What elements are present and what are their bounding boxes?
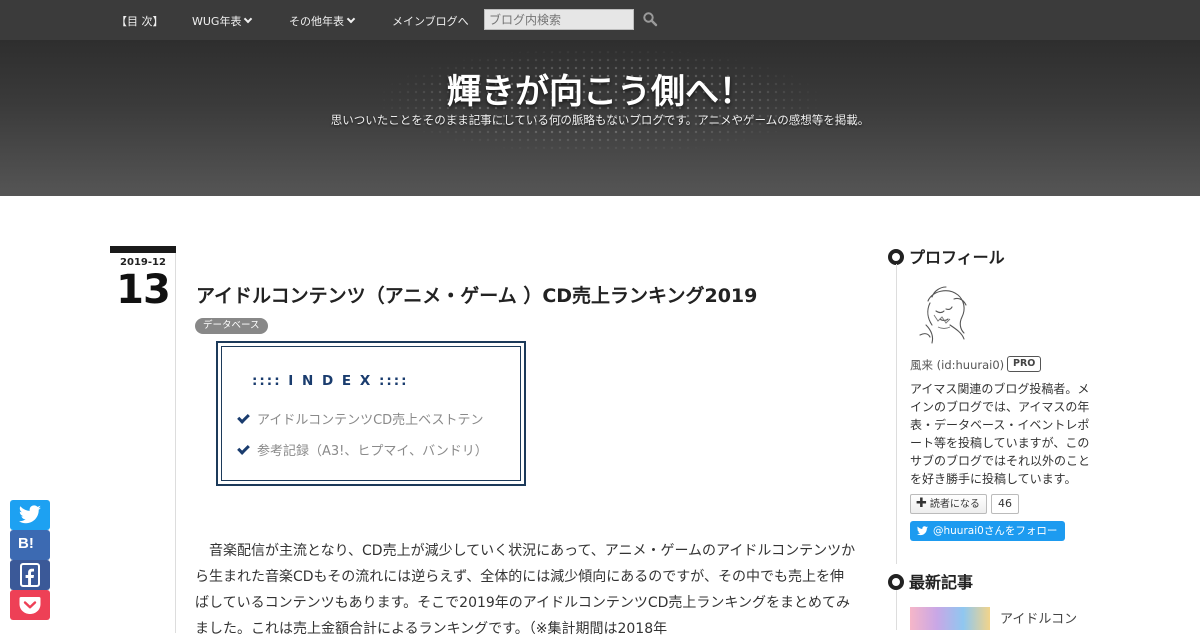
- blog-header: 輝きが向こう側へ！ 思いついたことをそのまま記事にしている何の脈略もないブログで…: [0, 40, 1200, 196]
- search-icon[interactable]: [642, 11, 658, 27]
- nav-other-timeline-menu[interactable]: その他年表: [289, 13, 356, 29]
- nav-main-blog-link[interactable]: メインブログへ: [392, 13, 469, 29]
- entry-date-day: 13: [116, 267, 171, 313]
- twitter-follow-button[interactable]: @huurai0さんをフォロー: [910, 521, 1065, 541]
- sidebar-divider: [896, 264, 897, 564]
- check-icon: [237, 411, 250, 424]
- blog-description: 思いついたことをそのまま記事にしている何の脈略もないブログです。アニメやゲームの…: [330, 113, 870, 127]
- nav-wug-timeline-menu[interactable]: WUG年表: [192, 13, 253, 29]
- pocket-icon: [19, 597, 41, 614]
- recent-posts-heading: 最新記事: [888, 569, 973, 593]
- toc-item[interactable]: アイドルコンテンツCD売上ベストテン: [237, 409, 484, 428]
- profile-description: アイマス関連のブログ投稿者。メインのブログでは、アイマスの年表・データベース・イ…: [910, 382, 1091, 486]
- check-icon: [237, 442, 250, 455]
- circle-bullet-icon: [888, 574, 904, 590]
- avatar[interactable]: [910, 281, 974, 345]
- entry-body-text: 音楽配信が主流となり、CD売上が減少していく状況にあって、アニメ・ゲームのアイド…: [195, 543, 856, 637]
- hatena-bookmark-icon: B!: [18, 535, 34, 552]
- blog-title[interactable]: 輝きが向こう側へ！: [0, 64, 1200, 113]
- subscribe-button-label: 読者になる: [929, 499, 980, 510]
- top-navbar: 【目 次】 WUG年表 その他年表 メインブログへ: [0, 0, 1200, 40]
- plus-icon: ✚: [916, 496, 927, 511]
- profile-id-link[interactable]: 風来 (id:huurai0): [910, 357, 1004, 373]
- twitter-icon: [19, 505, 41, 524]
- facebook-share-button[interactable]: [10, 560, 50, 590]
- blog-search-input[interactable]: [484, 9, 634, 30]
- pro-badge: PRO: [1007, 356, 1042, 372]
- nav-wug-timeline-label: WUG年表: [192, 15, 242, 28]
- subscribe-button[interactable]: ✚ 読者になる: [910, 494, 987, 514]
- facebook-icon: [20, 563, 40, 587]
- twitter-share-button[interactable]: [10, 500, 50, 530]
- profile-heading: プロフィール: [888, 244, 1005, 268]
- chevron-down-icon: [346, 14, 356, 24]
- recent-posts-heading-label: 最新記事: [909, 573, 974, 592]
- entry-date[interactable]: 2019-12 13: [110, 246, 176, 312]
- nav-index-link[interactable]: 【目 次】: [116, 13, 164, 29]
- profile-heading-label: プロフィール: [909, 248, 1005, 267]
- date-divider: [175, 253, 176, 633]
- entry-title[interactable]: アイドルコンテンツ（アニメ・ゲーム ）CD売上ランキング2019: [196, 281, 757, 308]
- category-badge[interactable]: データベース: [195, 318, 268, 334]
- toc-item[interactable]: 参考記録（A3!、ヒプマイ、バンドリ）: [237, 440, 488, 459]
- pocket-share-button[interactable]: [10, 590, 50, 620]
- twitter-icon: [917, 526, 928, 536]
- chevron-down-icon: [244, 14, 253, 24]
- toc-title: :::: I N D E X ::::: [252, 373, 409, 389]
- twitter-follow-label: @huurai0さんをフォロー: [933, 525, 1058, 537]
- nav-other-timeline-label: その他年表: [289, 15, 344, 28]
- table-of-contents: :::: I N D E X :::: アイドルコンテンツCD売上ベストテン 参…: [216, 341, 526, 486]
- sidebar-divider: [896, 590, 897, 630]
- circle-bullet-icon: [888, 249, 904, 265]
- reader-count: 46: [991, 494, 1019, 514]
- hatena-bookmark-button[interactable]: B!: [10, 530, 50, 560]
- toc-item-label: アイドルコンテンツCD売上ベストテン: [257, 413, 484, 428]
- recent-post-thumbnail[interactable]: [910, 607, 990, 630]
- recent-post-title[interactable]: アイドルコン: [1000, 608, 1077, 627]
- toc-item-label: 参考記録（A3!、ヒプマイ、バンドリ）: [257, 444, 488, 459]
